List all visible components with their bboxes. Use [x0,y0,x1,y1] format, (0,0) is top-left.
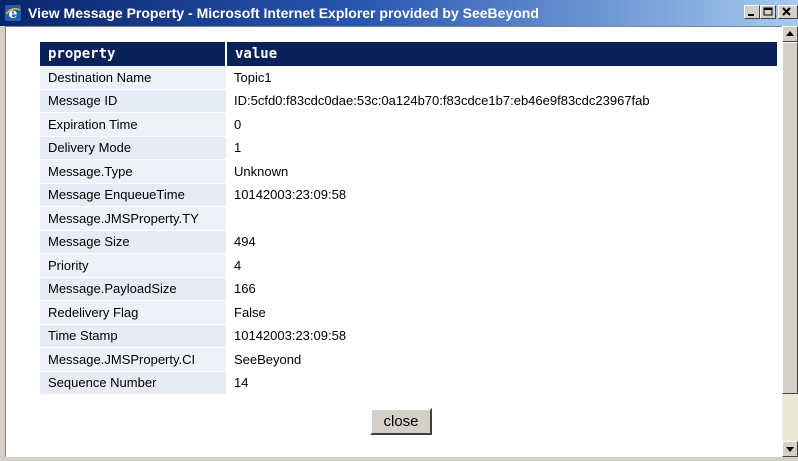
property-name-cell: Redelivery Flag [40,300,226,325]
browser-window: e View Message Property - Microsoft Inte… [0,0,798,461]
property-value-cell: 0 [226,112,777,137]
internet-explorer-icon: e [4,4,22,22]
table-row: Message ID ID:5cfd0:f83cdc0dae:53c:0a124b… [40,89,777,113]
property-value-cell: Topic1 [226,66,777,90]
table-row: Message.PayloadSize 166 [40,277,777,301]
property-name-cell: Message.JMSProperty.TY [40,206,226,231]
property-value-cell: 10142003:23:09:58 [226,183,777,207]
property-value-cell: ID:5cfd0:f83cdc0dae:53c:0a124b70:f83cdce… [226,89,777,113]
table-row: Message.JMSProperty.TY [40,206,777,231]
property-value-cell: 10142003:23:09:58 [226,324,777,348]
table-row: Time Stamp 10142003:23:09:58 [40,324,777,348]
close-button[interactable]: close [370,408,432,435]
properties-table: property value Destination Name Topic1 Mes… [40,42,777,395]
property-value-cell: SeeBeyond [226,347,777,372]
window-title: View Message Property - Microsoft Intern… [28,5,539,21]
table-row: Destination Name Topic1 [40,66,777,90]
property-name-cell: Message ID [40,89,226,113]
property-name-cell: Delivery Mode [40,136,226,160]
table-row: Message.Type Unknown [40,159,777,184]
property-name-cell: Destination Name [40,66,226,90]
scroll-up-button[interactable] [782,26,798,42]
minimize-icon [748,14,754,16]
table-row: Message EnqueueTime 10142003:23:09:58 [40,183,777,207]
table-row: Sequence Number 14 [40,371,777,395]
maximize-icon [763,7,773,16]
property-value-cell: Unknown [226,159,777,184]
close-icon [782,7,791,16]
property-value-cell: 14 [226,371,777,395]
property-column-header: property [40,42,227,66]
maximize-button[interactable] [760,5,776,19]
property-name-cell: Sequence Number [40,371,226,395]
property-value-cell: False [226,300,777,325]
minimize-button[interactable] [744,5,760,19]
property-value-cell: 494 [226,230,777,254]
arrow-down-icon [786,447,794,452]
property-value-cell: 4 [226,253,777,278]
property-name-cell: Priority [40,253,226,278]
page-content: property value Destination Name Topic1 Mes… [5,26,782,457]
property-value-cell: 1 [226,136,777,160]
table-row: Message Size 494 [40,230,777,254]
vertical-scrollbar[interactable] [782,26,798,457]
table-row: Priority 4 [40,253,777,278]
table-row: Expiration Time 0 [40,112,777,137]
table-header-row: property value [40,42,777,66]
property-name-cell: Message.Type [40,159,226,184]
property-name-cell: Time Stamp [40,324,226,348]
property-name-cell: Message.JMSProperty.CI [40,347,226,372]
title-bar[interactable]: e View Message Property - Microsoft Inte… [0,0,798,26]
table-row: Message.JMSProperty.CI SeeBeyond [40,347,777,372]
property-name-cell: Message Size [40,230,226,254]
property-name-cell: Expiration Time [40,112,226,137]
scroll-thumb[interactable] [782,42,798,394]
table-row: Redelivery Flag False [40,300,777,325]
property-value-cell: 166 [226,277,777,301]
table-row: Delivery Mode 1 [40,136,777,160]
scroll-down-button[interactable] [782,441,798,457]
arrow-up-icon [786,31,794,36]
property-name-cell: Message.PayloadSize [40,277,226,301]
close-window-button[interactable] [778,5,798,19]
property-value-cell [226,206,777,231]
property-name-cell: Message EnqueueTime [40,183,226,207]
value-column-header: value [226,42,777,66]
